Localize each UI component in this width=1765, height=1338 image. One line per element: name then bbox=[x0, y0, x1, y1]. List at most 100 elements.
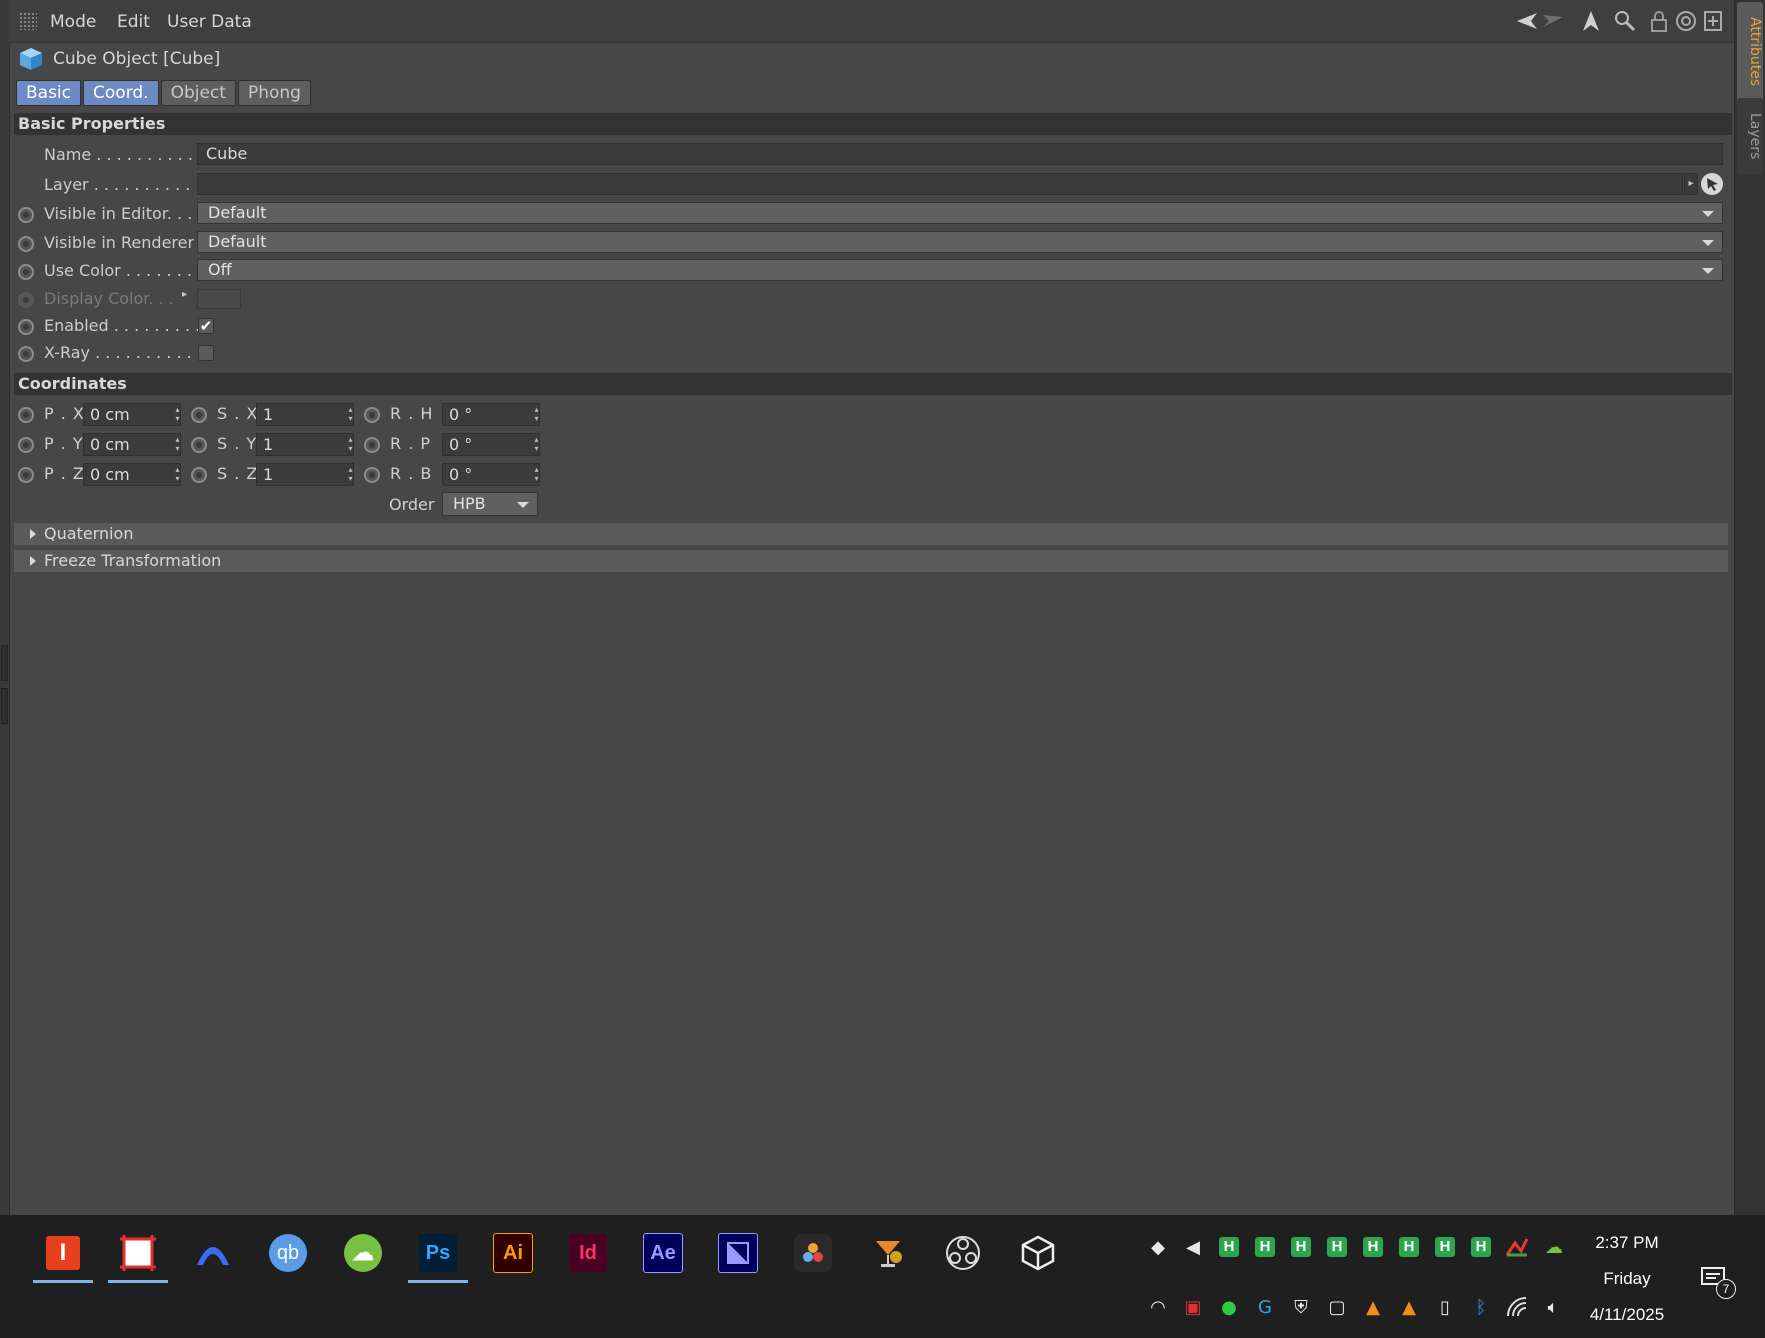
h-tray-icon[interactable]: H bbox=[1469, 1235, 1493, 1259]
tab-attributes[interactable]: Attributes bbox=[1737, 2, 1763, 102]
clock-date[interactable]: 4/11/2025 bbox=[1572, 1305, 1682, 1325]
qbittorrent-icon[interactable]: qb bbox=[264, 1229, 312, 1277]
speaker-muted-tray-icon[interactable]: ◀ bbox=[1181, 1235, 1205, 1259]
cloud-green-tray-icon[interactable]: ● bbox=[1217, 1295, 1241, 1319]
indesign-icon[interactable]: Id bbox=[564, 1229, 612, 1277]
tab-phong[interactable]: Phong bbox=[237, 80, 311, 106]
panel-grip-icon[interactable] bbox=[19, 12, 37, 30]
pz-input[interactable]: 0 cm bbox=[83, 463, 181, 486]
display-color-radio bbox=[18, 292, 34, 308]
rp-input[interactable]: 0 ° bbox=[442, 433, 540, 456]
h-tray-icon[interactable]: H bbox=[1433, 1235, 1457, 1259]
use-color-radio[interactable] bbox=[18, 264, 34, 280]
cocktail-app-icon[interactable] bbox=[864, 1229, 912, 1277]
visible-editor-radio[interactable] bbox=[18, 207, 34, 223]
h-tray-icon[interactable]: H bbox=[1397, 1235, 1421, 1259]
media-encoder-icon[interactable] bbox=[714, 1229, 762, 1277]
pz-radio[interactable] bbox=[18, 467, 34, 483]
tab-object[interactable]: Object bbox=[160, 80, 236, 106]
tab-coord[interactable]: Coord. bbox=[83, 80, 159, 106]
layer-pick-icon[interactable] bbox=[1701, 173, 1723, 195]
menu-user-data[interactable]: User Data bbox=[167, 12, 252, 32]
notification-center-icon[interactable]: 7 bbox=[1700, 1265, 1736, 1299]
chart-tray-icon[interactable] bbox=[1505, 1235, 1529, 1259]
rh-radio[interactable] bbox=[364, 407, 380, 423]
notification-count-badge: 7 bbox=[1716, 1279, 1736, 1299]
forward-arrow-icon[interactable] bbox=[1541, 9, 1565, 33]
davinci-resolve-icon[interactable] bbox=[789, 1229, 837, 1277]
cloud-tray-icon[interactable]: ☁ bbox=[1542, 1235, 1566, 1259]
new-panel-icon[interactable] bbox=[1701, 9, 1725, 33]
obs-icon[interactable] bbox=[939, 1229, 987, 1277]
lock-icon[interactable] bbox=[1647, 9, 1671, 33]
rb-input[interactable]: 0 ° bbox=[442, 463, 540, 486]
sx-radio[interactable] bbox=[191, 407, 207, 423]
sy-input[interactable]: 1 bbox=[256, 433, 354, 456]
splitter-handle[interactable] bbox=[1, 688, 8, 724]
visible-renderer-dropdown[interactable]: Default bbox=[197, 231, 1723, 253]
photoshop-icon[interactable]: Ps bbox=[408, 1229, 468, 1283]
h-tray-icon[interactable]: H bbox=[1361, 1235, 1385, 1259]
tab-basic[interactable]: Basic bbox=[16, 80, 82, 106]
menu-mode[interactable]: Mode bbox=[50, 12, 96, 32]
clock-day[interactable]: Friday bbox=[1582, 1269, 1672, 1289]
after-effects-icon[interactable]: Ae bbox=[639, 1229, 687, 1277]
snip-tray-icon[interactable]: ▣ bbox=[1181, 1295, 1205, 1319]
search-icon[interactable] bbox=[1613, 9, 1637, 33]
up-arrow-icon[interactable] bbox=[1579, 9, 1603, 33]
sz-radio[interactable] bbox=[191, 467, 207, 483]
security-shield-icon[interactable]: ⛨ bbox=[1289, 1295, 1313, 1319]
bluetooth-icon[interactable]: ᛒ bbox=[1469, 1295, 1493, 1319]
volume-icon[interactable]: 🔈︎ bbox=[1541, 1295, 1565, 1319]
pz-label: P . Z bbox=[44, 464, 85, 483]
group-quaternion[interactable]: Quaternion bbox=[14, 523, 1728, 545]
h-tray-icon[interactable]: H bbox=[1253, 1235, 1277, 1259]
vlc-tray-icon[interactable]: ▲ bbox=[1397, 1295, 1421, 1319]
visible-renderer-radio[interactable] bbox=[18, 236, 34, 252]
enabled-radio[interactable] bbox=[18, 319, 34, 335]
splitter-handle[interactable] bbox=[1, 645, 8, 681]
arc-tray-icon[interactable]: ◠ bbox=[1146, 1295, 1170, 1319]
xray-checkbox[interactable] bbox=[198, 345, 214, 361]
back-arrow-icon[interactable] bbox=[1515, 9, 1539, 33]
order-dropdown[interactable]: HPB bbox=[442, 492, 538, 516]
enabled-checkbox[interactable]: ✔ bbox=[198, 318, 214, 334]
pen-tray-icon[interactable]: ◆ bbox=[1146, 1235, 1170, 1259]
px-radio[interactable] bbox=[18, 407, 34, 423]
usb-drive-icon[interactable]: ▯ bbox=[1433, 1295, 1457, 1319]
group-freeze-transformation[interactable]: Freeze Transformation bbox=[14, 550, 1728, 572]
menu-edit[interactable]: Edit bbox=[117, 12, 150, 32]
illustrator-icon[interactable]: Ai bbox=[489, 1229, 537, 1277]
sx-input[interactable]: 1 bbox=[256, 403, 354, 426]
cloud-sync-icon[interactable]: ☁ bbox=[339, 1229, 387, 1277]
sz-input[interactable]: 1 bbox=[256, 463, 354, 486]
arc-app-icon[interactable] bbox=[189, 1229, 237, 1277]
visible-editor-dropdown[interactable]: Default bbox=[197, 202, 1723, 224]
use-color-dropdown[interactable]: Off bbox=[197, 259, 1723, 281]
px-input[interactable]: 0 cm bbox=[83, 403, 181, 426]
name-field[interactable]: Cube bbox=[197, 143, 1723, 165]
rh-input[interactable]: 0 ° bbox=[442, 403, 540, 426]
rb-radio[interactable] bbox=[364, 467, 380, 483]
xray-radio[interactable] bbox=[18, 346, 34, 362]
tab-layers[interactable]: Layers bbox=[1737, 98, 1763, 174]
cube-app-icon[interactable] bbox=[1014, 1229, 1062, 1277]
snipping-tool-icon[interactable] bbox=[108, 1229, 168, 1283]
clock-time[interactable]: 2:37 PM bbox=[1582, 1233, 1672, 1253]
py-radio[interactable] bbox=[18, 437, 34, 453]
camera-tray-icon[interactable]: ▢ bbox=[1325, 1295, 1349, 1319]
py-input[interactable]: 0 cm bbox=[83, 433, 181, 456]
wifi-icon[interactable] bbox=[1505, 1295, 1529, 1319]
rp-radio[interactable] bbox=[364, 437, 380, 453]
h-tray-icon[interactable]: H bbox=[1325, 1235, 1349, 1259]
layer-field[interactable] bbox=[197, 173, 1683, 195]
target-icon[interactable] bbox=[1674, 9, 1698, 33]
h-tray-icon[interactable]: H bbox=[1289, 1235, 1313, 1259]
display-color-expand-icon[interactable]: ▸ bbox=[182, 289, 187, 300]
indesign-red-icon[interactable]: I bbox=[33, 1229, 93, 1283]
vlc-tray-icon[interactable]: ▲ bbox=[1361, 1295, 1385, 1319]
layer-expand-arrow-icon[interactable]: ▸ bbox=[1684, 173, 1698, 195]
sy-radio[interactable] bbox=[191, 437, 207, 453]
logitech-tray-icon[interactable]: G bbox=[1253, 1295, 1277, 1319]
h-tray-icon[interactable]: H bbox=[1217, 1235, 1241, 1259]
